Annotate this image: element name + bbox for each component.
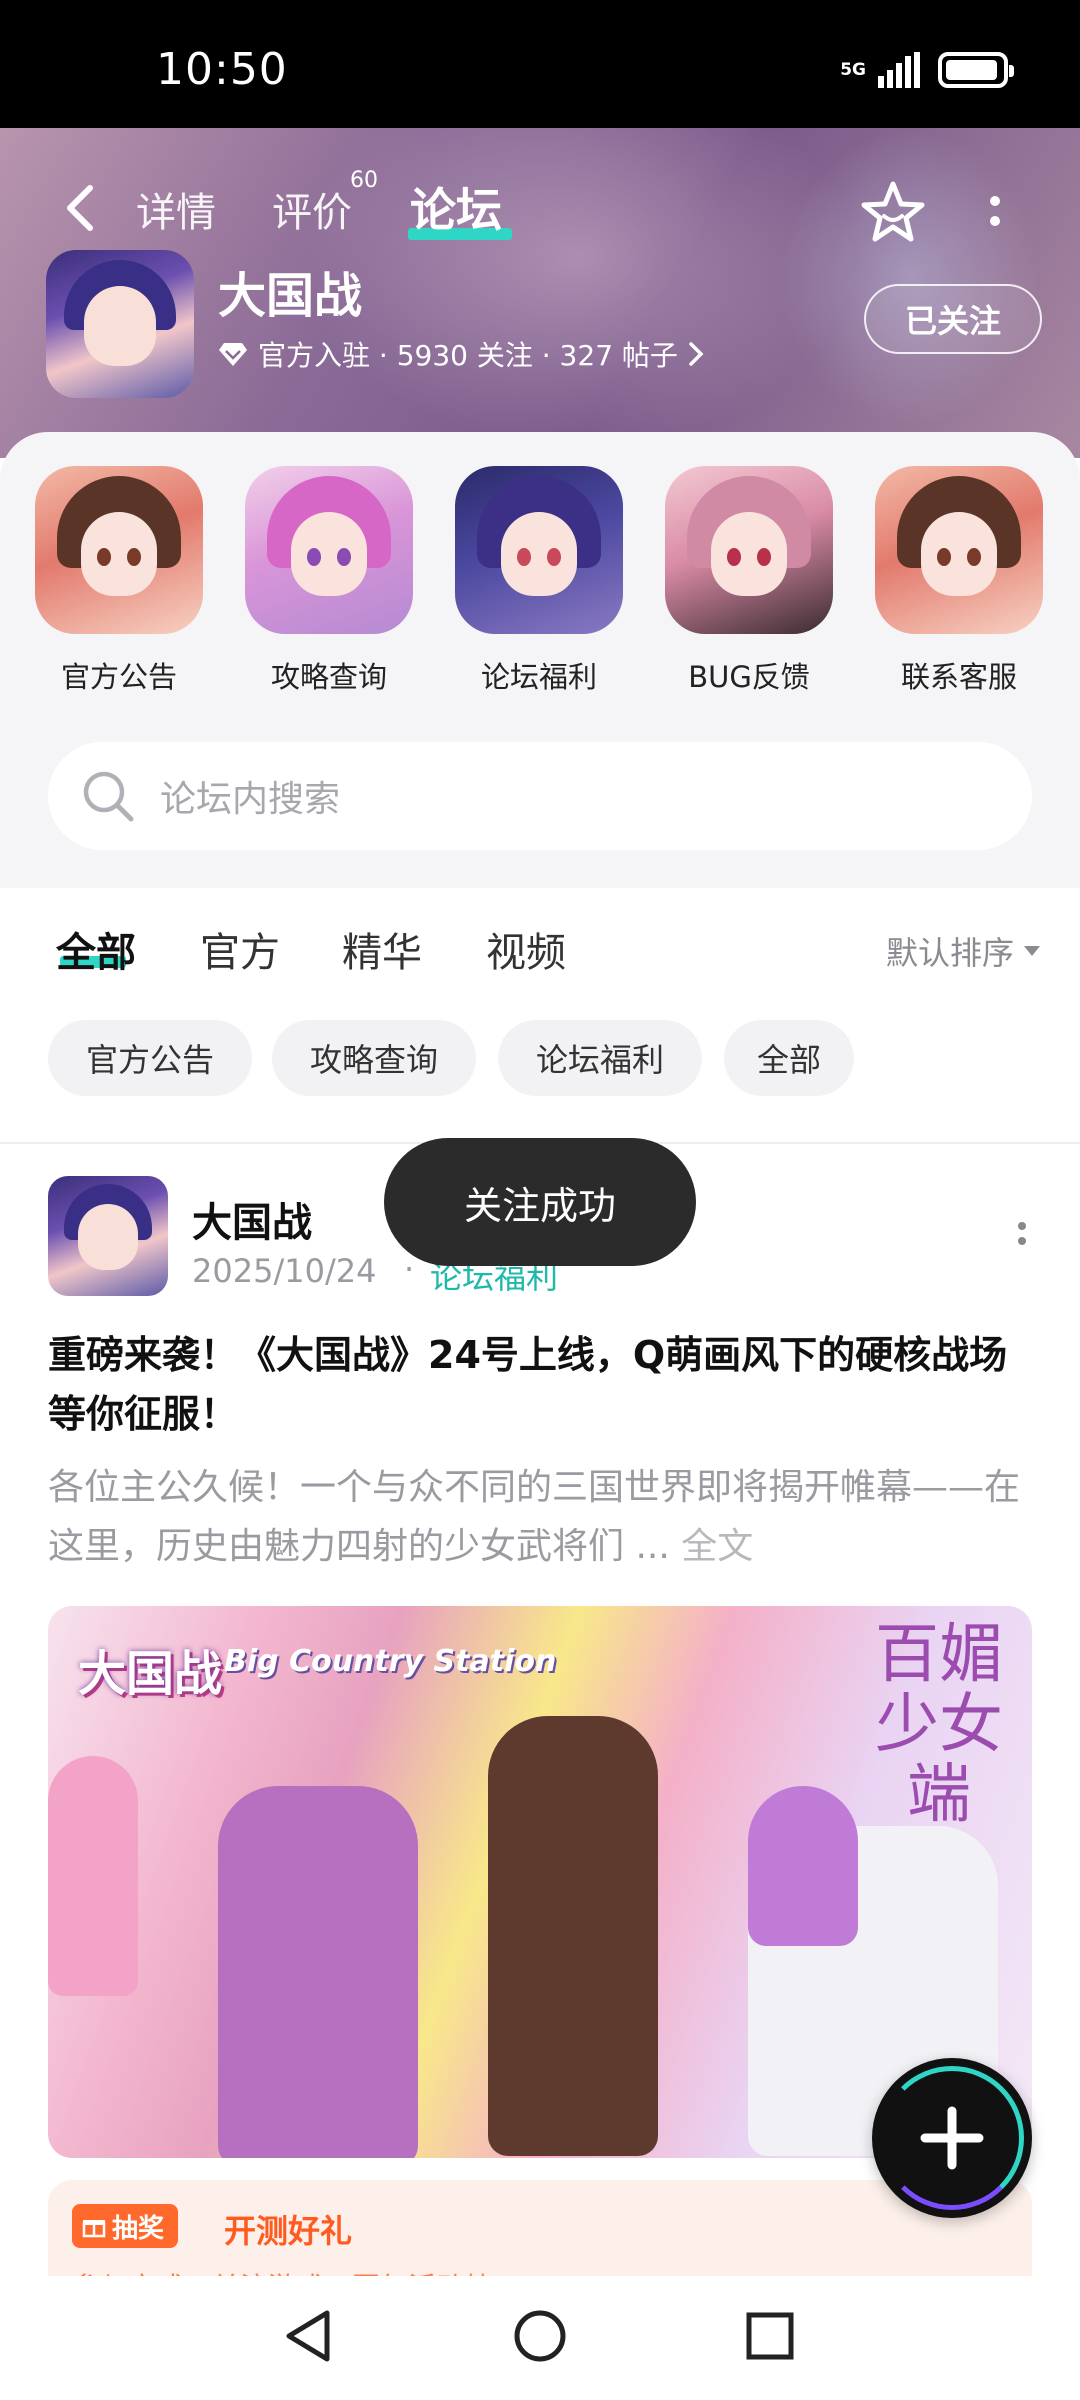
game-meta[interactable]: 官方入驻 · 5930 关注 · 327 帖子 [218, 334, 704, 374]
game-header: 详情 评价 60 论坛 大国战 官方入驻 · 5930 关注 · 327 帖子 … [0, 128, 1080, 458]
verified-diamond-icon [219, 343, 247, 366]
image-figure [218, 1786, 418, 2158]
system-back-icon[interactable] [278, 2306, 338, 2366]
system-recent-apps-icon[interactable] [740, 2306, 800, 2366]
shortcut-card: 官方公告 攻略查询 论坛福利 BUG反馈 联系客服 论坛内搜索 [0, 432, 1080, 888]
post-excerpt[interactable]: 各位主公久候！一个与众不同的三国世界即将揭开帷幕——在这里，历史由魅力四射的少女… [48, 1458, 1032, 1576]
follow-button[interactable]: 已关注 [864, 284, 1042, 354]
post-author-avatar[interactable] [48, 1176, 168, 1296]
shortcut-label: 联系客服 [900, 660, 1017, 694]
forum-search-input[interactable]: 论坛内搜索 [48, 742, 1032, 850]
image-figure [488, 1716, 658, 2156]
contact-support-icon [875, 466, 1043, 634]
system-nav-bar [0, 2276, 1080, 2400]
tab-official[interactable]: 官方 [200, 920, 280, 978]
filter-chips: 官方公告 攻略查询 论坛福利 全部 [0, 1008, 1080, 1144]
game-meta-text: 官方入驻 · 5930 关注 · 327 帖子 [258, 339, 678, 372]
more-options-icon[interactable] [980, 186, 1010, 236]
sort-dropdown[interactable]: 默认排序 [886, 928, 1040, 974]
shortcut-contact-support[interactable]: 联系客服 [854, 466, 1064, 696]
image-logo-text: 大国战 [78, 1646, 223, 1702]
post-title[interactable]: 重磅来袭！《大国战》24号上线，Q萌画风下的硬核战场等你征服！ [48, 1326, 1032, 1444]
image-figure [748, 1786, 858, 1946]
image-figure [48, 1756, 138, 1996]
status-time: 10:50 [156, 44, 288, 95]
post-excerpt-text: 各位主公久候！一个与众不同的三国世界即将揭开帷幕——在这里，历史由魅力四射的少女… [48, 1467, 1021, 1567]
back-icon[interactable] [56, 184, 104, 232]
status-bar: 10:50 5G [0, 0, 1080, 128]
promo-title: 开测好礼 [224, 2212, 353, 2250]
bug-feedback-icon [665, 466, 833, 634]
tab-details[interactable]: 详情 [136, 180, 216, 238]
chip-all[interactable]: 全部 [724, 1020, 854, 1096]
search-icon [83, 771, 134, 822]
chip-guide-search[interactable]: 攻略查询 [272, 1020, 476, 1096]
sort-label: 默认排序 [885, 934, 1014, 972]
lottery-tag-label: 抽奖 [112, 2213, 165, 2244]
battery-icon [938, 52, 1014, 88]
post-image[interactable]: 大国战 Big Country Station 百媚少女端 [48, 1606, 1032, 2158]
favorite-star-icon[interactable] [858, 178, 928, 248]
game-name: 大国战 [218, 268, 363, 324]
shortcut-label: 论坛福利 [480, 660, 597, 694]
tab-reviews[interactable]: 评价 [272, 180, 352, 238]
battery-level [946, 60, 998, 80]
shortcut-label: BUG反馈 [688, 660, 810, 694]
shortcut-forum-benefits[interactable]: 论坛福利 [434, 466, 644, 696]
toast-message: 关注成功 [384, 1138, 696, 1266]
image-logo-subtext: Big Country Station [224, 1644, 557, 1679]
tab-forum[interactable]: 论坛 [410, 174, 502, 240]
post-author[interactable]: 大国战 [192, 1190, 312, 1248]
chevron-right-icon [689, 342, 704, 366]
image-slogan: 百媚少女端 [875, 1618, 1003, 1832]
game-avatar[interactable] [46, 250, 194, 398]
shortcut-label: 攻略查询 [270, 660, 387, 694]
network-label: 5G [840, 59, 866, 80]
search-placeholder: 论坛内搜索 [160, 779, 341, 820]
signal-icon [878, 52, 920, 88]
read-more-link[interactable]: 全文 [681, 1526, 753, 1567]
shortcut-list: 官方公告 攻略查询 论坛福利 BUG反馈 联系客服 [0, 466, 1080, 696]
game-info: 大国战 官方入驻 · 5930 关注 · 327 帖子 已关注 [46, 250, 1046, 400]
shortcut-guide-search[interactable]: 攻略查询 [224, 466, 434, 696]
chip-official-announcement[interactable]: 官方公告 [48, 1020, 252, 1096]
gift-icon [82, 2220, 106, 2238]
guide-search-icon [245, 466, 413, 634]
forum-benefits-icon [455, 466, 623, 634]
post-date: 2025/10/24 [192, 1252, 377, 1290]
status-indicators: 5G [840, 52, 1014, 88]
tab-all[interactable]: 全部 [56, 920, 136, 978]
top-nav: 详情 评价 60 论坛 [0, 168, 1080, 248]
caret-down-icon [1024, 946, 1040, 956]
plus-icon [920, 2106, 984, 2170]
tab-featured[interactable]: 精华 [342, 920, 422, 978]
shortcut-label: 官方公告 [60, 660, 177, 694]
post-more-icon[interactable] [1012, 1222, 1032, 1262]
system-home-icon[interactable] [510, 2306, 570, 2366]
new-post-button[interactable] [872, 2058, 1032, 2218]
tab-video[interactable]: 视频 [486, 920, 566, 978]
lottery-tag: 抽奖 [72, 2204, 179, 2248]
shortcut-official-announcement[interactable]: 官方公告 [14, 466, 224, 696]
category-tabs: 全部 官方 精华 视频 默认排序 [0, 888, 1080, 1008]
shortcut-bug-feedback[interactable]: BUG反馈 [644, 466, 854, 696]
official-announcement-icon [35, 466, 203, 634]
review-count-badge: 60 [350, 168, 378, 193]
chip-forum-benefits[interactable]: 论坛福利 [498, 1020, 702, 1096]
